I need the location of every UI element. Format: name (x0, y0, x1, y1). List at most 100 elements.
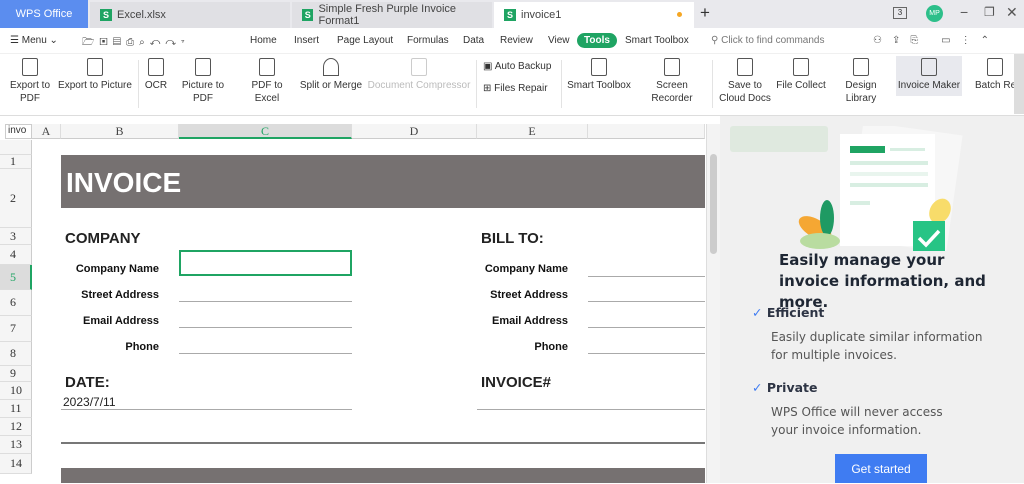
repair-icon: ⊞ (483, 83, 494, 94)
select-all-corner[interactable] (0, 140, 32, 155)
header-actions[interactable]: ⚇⇪⎘ ▭⋮⌃ (873, 35, 999, 46)
close-button[interactable]: ✕ (1006, 4, 1018, 21)
search-icon: ⚲ (711, 35, 721, 46)
avatar[interactable]: MP (926, 5, 943, 22)
tab-simple-fresh[interactable]: SSimple Fresh Purple Invoice Format1 (292, 2, 492, 28)
invoice-maker-button[interactable]: Invoice Maker (896, 56, 962, 96)
command-search[interactable]: ⚲ Click to find commands (711, 35, 824, 46)
sheet-icon: S (302, 9, 313, 21)
design-library-icon (853, 58, 869, 76)
vertical-scrollbar[interactable] (706, 124, 720, 483)
row-header[interactable]: 8 (0, 342, 32, 366)
input-underline[interactable] (588, 353, 705, 354)
col-header-b[interactable]: B (61, 124, 179, 139)
batch-button[interactable]: Batch Re (975, 58, 1015, 92)
files-repair-button[interactable]: ⊞ Files Repair (483, 82, 548, 95)
invoice-icon (921, 58, 937, 76)
smart-toolbox-button[interactable]: Smart Toolbox (566, 58, 632, 92)
input-underline[interactable] (179, 301, 352, 302)
menu-page-layout[interactable]: Page Layout (337, 35, 393, 46)
table-header-band (61, 468, 705, 483)
menu-view[interactable]: View (548, 35, 570, 46)
ocr-button[interactable]: OCR (143, 58, 169, 92)
feature-efficient: ✓ Efficient (752, 305, 824, 320)
label: Document Compressor (368, 80, 471, 91)
input-underline[interactable] (179, 327, 352, 328)
check-icon: ✓ (752, 305, 767, 320)
auto-backup-button[interactable]: ▣ Auto Backup (483, 60, 551, 73)
row-header[interactable]: 4 (0, 245, 32, 265)
export-picture-button[interactable]: Export to Picture (58, 58, 132, 92)
menu-formulas[interactable]: Formulas (407, 35, 449, 46)
row-header[interactable]: 5 (0, 265, 32, 290)
quick-access-toolbar[interactable]: 🗁▣▤⎙⌕↶↷▿ (82, 35, 190, 52)
row-header[interactable]: 6 (0, 290, 32, 316)
menu-insert[interactable]: Insert (294, 35, 319, 46)
pdf-to-excel-button[interactable]: PDF to Excel (238, 58, 296, 105)
design-library-button[interactable]: Design Library (830, 58, 892, 105)
invoice-illustration-icon (795, 126, 965, 251)
input-underline[interactable] (588, 327, 705, 328)
row-header[interactable]: 2 (0, 169, 32, 228)
export-pdf-button[interactable]: Export to PDF (6, 58, 54, 105)
row-header[interactable]: 14 (0, 454, 32, 474)
ribbon-scroll-right[interactable] (1014, 54, 1024, 114)
row-header[interactable]: 12 (0, 418, 32, 436)
window-count-badge[interactable]: 3 (893, 7, 907, 19)
document-compressor-button[interactable]: Document Compressor (367, 58, 471, 92)
split-merge-button[interactable]: Split or Merge (299, 58, 363, 92)
file-collect-button[interactable]: File Collect (776, 58, 826, 92)
recorder-icon (664, 58, 680, 76)
label: File Collect (776, 80, 825, 91)
label: Invoice Maker (898, 80, 960, 91)
unsaved-dot-icon (677, 12, 682, 17)
menu-home[interactable]: Home (250, 35, 277, 46)
row-header[interactable]: 1 (0, 155, 32, 169)
tab-invoice1[interactable]: Sinvoice1 (494, 2, 694, 28)
minimize-button[interactable]: − (960, 4, 968, 20)
label: Export to Picture (58, 80, 132, 91)
col-header-a[interactable]: A (32, 124, 61, 139)
row-header[interactable]: 7 (0, 316, 32, 342)
label: Screen Recorder (651, 80, 692, 104)
company-name-input[interactable] (179, 250, 352, 276)
tab-excel[interactable]: SExcel.xlsx (90, 2, 290, 28)
row-header[interactable]: 10 (0, 382, 32, 400)
picture-to-pdf-button[interactable]: Picture to PDF (172, 58, 234, 105)
menu-tools[interactable]: Tools (577, 33, 617, 48)
name-box[interactable]: invo (5, 124, 32, 139)
row-header[interactable]: 13 (0, 436, 32, 454)
menu-data[interactable]: Data (463, 35, 484, 46)
col-header-d[interactable]: D (352, 124, 477, 139)
row-header[interactable]: 9 (0, 366, 32, 382)
label: Files Repair (494, 83, 547, 94)
new-tab-button[interactable]: + (700, 3, 710, 23)
col-header-e[interactable]: E (477, 124, 588, 139)
save-cloud-button[interactable]: Save to Cloud Docs (718, 58, 772, 105)
col-header-c[interactable]: C (179, 124, 352, 139)
picture-to-pdf-icon (195, 58, 211, 76)
row-header[interactable]: 11 (0, 400, 32, 418)
tab-label: invoice1 (521, 9, 561, 21)
menu-review[interactable]: Review (500, 35, 533, 46)
menu-smart-toolbox[interactable]: Smart Toolbox (625, 35, 689, 46)
get-started-button[interactable]: Get started (835, 454, 927, 483)
section-divider (61, 442, 705, 444)
screen-recorder-button[interactable]: Screen Recorder (636, 58, 708, 105)
menu-button[interactable]: ☰ Menu ⌄ (10, 35, 58, 46)
input-underline[interactable] (588, 276, 705, 277)
restore-button[interactable]: ❐ (984, 5, 995, 19)
input-underline[interactable] (588, 301, 705, 302)
menu-bar: ☰ Menu ⌄ 🗁▣▤⎙⌕↶↷▿ Home Insert Page Layou… (0, 28, 1024, 54)
row-header[interactable]: 3 (0, 228, 32, 245)
batch-icon (987, 58, 1003, 76)
label: Batch Re (975, 80, 1015, 91)
tab-wps-office[interactable]: WPS Office (0, 0, 88, 28)
col-header-f[interactable] (588, 124, 705, 139)
scrollbar-thumb[interactable] (710, 154, 717, 254)
cloud-icon (737, 58, 753, 76)
date-value[interactable]: 2023/7/11 (63, 395, 116, 409)
bill-to-heading: BILL TO: (481, 230, 544, 247)
export-pdf-icon (22, 58, 38, 76)
input-underline[interactable] (179, 353, 352, 354)
